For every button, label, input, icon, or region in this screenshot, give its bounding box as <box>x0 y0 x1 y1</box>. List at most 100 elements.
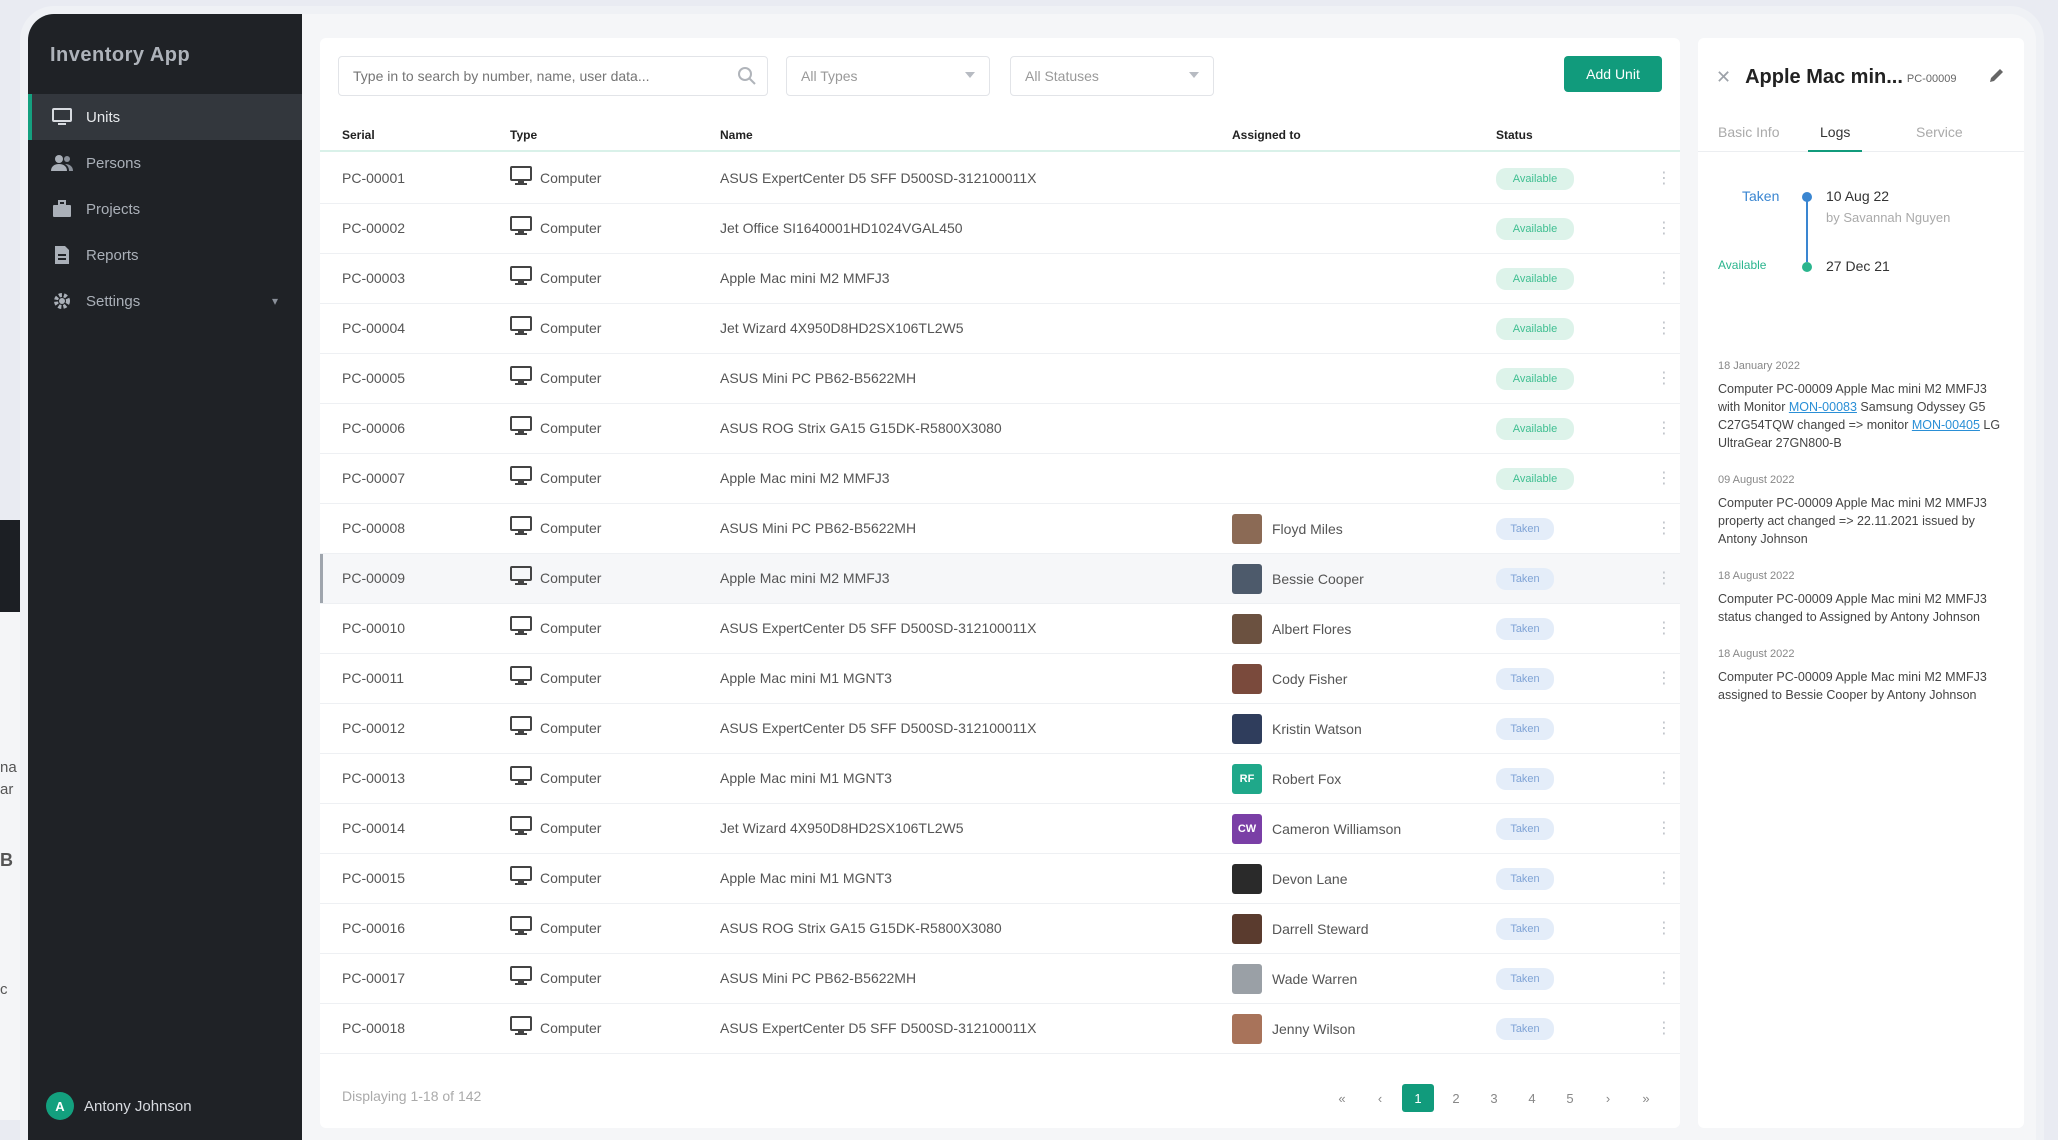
sidebar-item-reports[interactable]: Reports <box>28 232 302 278</box>
more-options-icon[interactable]: ⋮ <box>1656 718 1672 738</box>
search-icon[interactable] <box>737 66 757 91</box>
avatar: CW <box>1232 814 1262 844</box>
table-row[interactable]: PC-00016 Computer ASUS ROG Strix GA15 G1… <box>320 904 1680 954</box>
more-options-icon[interactable]: ⋮ <box>1656 618 1672 638</box>
pagination-button[interactable]: 4 <box>1516 1084 1548 1112</box>
more-options-icon[interactable]: ⋮ <box>1656 318 1672 338</box>
current-user[interactable]: A Antony Johnson <box>46 1092 192 1120</box>
cell-serial: PC-00004 <box>342 320 406 336</box>
more-options-icon[interactable]: ⋮ <box>1656 418 1672 438</box>
status-badge: Available <box>1496 418 1574 440</box>
pagination-button[interactable]: 5 <box>1554 1084 1586 1112</box>
table-row[interactable]: PC-00007 Computer Apple Mac mini M2 MMFJ… <box>320 454 1680 504</box>
cell-status: Available <box>1496 468 1574 490</box>
table-row[interactable]: PC-00010 Computer ASUS ExpertCenter D5 S… <box>320 604 1680 654</box>
cell-type: Computer <box>510 666 601 689</box>
status-badge: Taken <box>1496 818 1554 840</box>
table-row[interactable]: PC-00001 Computer ASUS ExpertCenter D5 S… <box>320 154 1680 204</box>
cell-type-label: Computer <box>540 269 602 286</box>
cell-serial: PC-00007 <box>342 470 406 486</box>
edit-icon[interactable] <box>1988 66 2006 89</box>
more-options-icon[interactable]: ⋮ <box>1656 818 1672 838</box>
tab-logs[interactable]: Logs <box>1807 124 1863 152</box>
table-row[interactable]: PC-00003 Computer Apple Mac mini M2 MMFJ… <box>320 254 1680 304</box>
assigned-person-name[interactable]: Cody Fisher <box>1272 671 1347 687</box>
more-options-icon[interactable]: ⋮ <box>1656 368 1672 388</box>
assigned-person-name[interactable]: Darrell Steward <box>1272 921 1368 937</box>
assigned-person-name[interactable]: Bessie Cooper <box>1272 571 1364 587</box>
computer-icon <box>510 566 532 589</box>
column-header-type[interactable]: Type <box>510 128 537 142</box>
more-options-icon[interactable]: ⋮ <box>1656 518 1672 538</box>
table-row[interactable]: PC-00012 Computer ASUS ExpertCenter D5 S… <box>320 704 1680 754</box>
column-header-status[interactable]: Status <box>1496 128 1533 142</box>
people-icon <box>50 151 74 175</box>
assigned-person-name[interactable]: Robert Fox <box>1272 771 1341 787</box>
search-input[interactable] <box>339 57 719 95</box>
assigned-person-name[interactable]: Albert Flores <box>1272 621 1351 637</box>
status-badge: Taken <box>1496 918 1554 940</box>
table-row[interactable]: PC-00015 Computer Apple Mac mini M1 MGNT… <box>320 854 1680 904</box>
more-options-icon[interactable]: ⋮ <box>1656 668 1672 688</box>
more-options-icon[interactable]: ⋮ <box>1656 918 1672 938</box>
cell-status: Available <box>1496 318 1574 340</box>
table-row[interactable]: PC-00004 Computer Jet Wizard 4X950D8HD2S… <box>320 304 1680 354</box>
pagination-button[interactable]: 1 <box>1402 1084 1434 1112</box>
more-options-icon[interactable]: ⋮ <box>1656 968 1672 988</box>
more-options-icon[interactable]: ⋮ <box>1656 468 1672 488</box>
add-unit-button[interactable]: Add Unit <box>1564 56 1662 92</box>
cell-status: Taken <box>1496 768 1554 790</box>
sidebar-item-settings[interactable]: Settings ▾ <box>28 278 302 324</box>
table-row[interactable]: PC-00011 Computer Apple Mac mini M1 MGNT… <box>320 654 1680 704</box>
pagination-button[interactable]: 3 <box>1478 1084 1510 1112</box>
table-row[interactable]: PC-00006 Computer ASUS ROG Strix GA15 G1… <box>320 404 1680 454</box>
table-row[interactable]: PC-00013 Computer Apple Mac mini M1 MGNT… <box>320 754 1680 804</box>
assigned-person-name[interactable]: Floyd Miles <box>1272 521 1343 537</box>
sidebar-item-persons[interactable]: Persons <box>28 140 302 186</box>
table-row[interactable]: PC-00018 Computer ASUS ExpertCenter D5 S… <box>320 1004 1680 1054</box>
cell-type-label: Computer <box>540 719 602 736</box>
type-filter-value: All Types <box>801 68 858 84</box>
pagination-button[interactable]: » <box>1630 1084 1662 1112</box>
column-header-assigned[interactable]: Assigned to <box>1232 128 1301 142</box>
more-options-icon[interactable]: ⋮ <box>1656 268 1672 288</box>
more-options-icon[interactable]: ⋮ <box>1656 868 1672 888</box>
assigned-person-name[interactable]: Devon Lane <box>1272 871 1348 887</box>
more-options-icon[interactable]: ⋮ <box>1656 1018 1672 1038</box>
assigned-person-name[interactable]: Jenny Wilson <box>1272 1021 1355 1037</box>
table-row[interactable]: PC-00005 Computer ASUS Mini PC PB62-B562… <box>320 354 1680 404</box>
cell-name: ASUS Mini PC PB62-B5622MH <box>720 370 917 386</box>
table-row[interactable]: PC-00002 Computer Jet Office SI1640001HD… <box>320 204 1680 254</box>
pagination-button[interactable]: ‹ <box>1364 1084 1396 1112</box>
cell-name: Apple Mac mini M1 MGNT3 <box>720 870 892 886</box>
more-options-icon[interactable]: ⋮ <box>1656 568 1672 588</box>
assigned-person-name[interactable]: Cameron Williamson <box>1272 821 1401 837</box>
table-row[interactable]: PC-00009 Computer Apple Mac mini M2 MMFJ… <box>320 554 1680 604</box>
pagination-button[interactable]: 2 <box>1440 1084 1472 1112</box>
tab-service[interactable]: Service <box>1916 124 1963 140</box>
column-header-name[interactable]: Name <box>720 128 753 142</box>
pagination-button[interactable]: « <box>1326 1084 1358 1112</box>
tab-basic-info[interactable]: Basic Info <box>1718 124 1779 140</box>
sidebar-item-projects[interactable]: Projects <box>28 186 302 232</box>
table-row[interactable]: PC-00008 Computer ASUS Mini PC PB62-B562… <box>320 504 1680 554</box>
unit-link[interactable]: MON-00405 <box>1912 418 1980 432</box>
table-row[interactable]: PC-00017 Computer ASUS Mini PC PB62-B562… <box>320 954 1680 1004</box>
timeline-dot <box>1802 192 1812 202</box>
type-filter-select[interactable]: All Types <box>786 56 990 96</box>
assigned-person-name[interactable]: Kristin Watson <box>1272 721 1362 737</box>
status-filter-select[interactable]: All Statuses <box>1010 56 1214 96</box>
more-options-icon[interactable]: ⋮ <box>1656 768 1672 788</box>
column-header-serial[interactable]: Serial <box>342 128 375 142</box>
more-options-icon[interactable]: ⋮ <box>1656 168 1672 188</box>
more-options-icon[interactable]: ⋮ <box>1656 218 1672 238</box>
detail-serial: PC-00009 <box>1906 73 1957 85</box>
assigned-person-name[interactable]: Wade Warren <box>1272 971 1357 987</box>
cell-status: Taken <box>1496 868 1554 890</box>
computer-icon <box>510 416 532 439</box>
sidebar-item-units[interactable]: Units <box>28 94 302 140</box>
table-row[interactable]: PC-00014 Computer Jet Wizard 4X950D8HD2S… <box>320 804 1680 854</box>
close-icon[interactable]: ✕ <box>1716 67 1731 88</box>
unit-link[interactable]: MON-00083 <box>1789 400 1857 414</box>
pagination-button[interactable]: › <box>1592 1084 1624 1112</box>
